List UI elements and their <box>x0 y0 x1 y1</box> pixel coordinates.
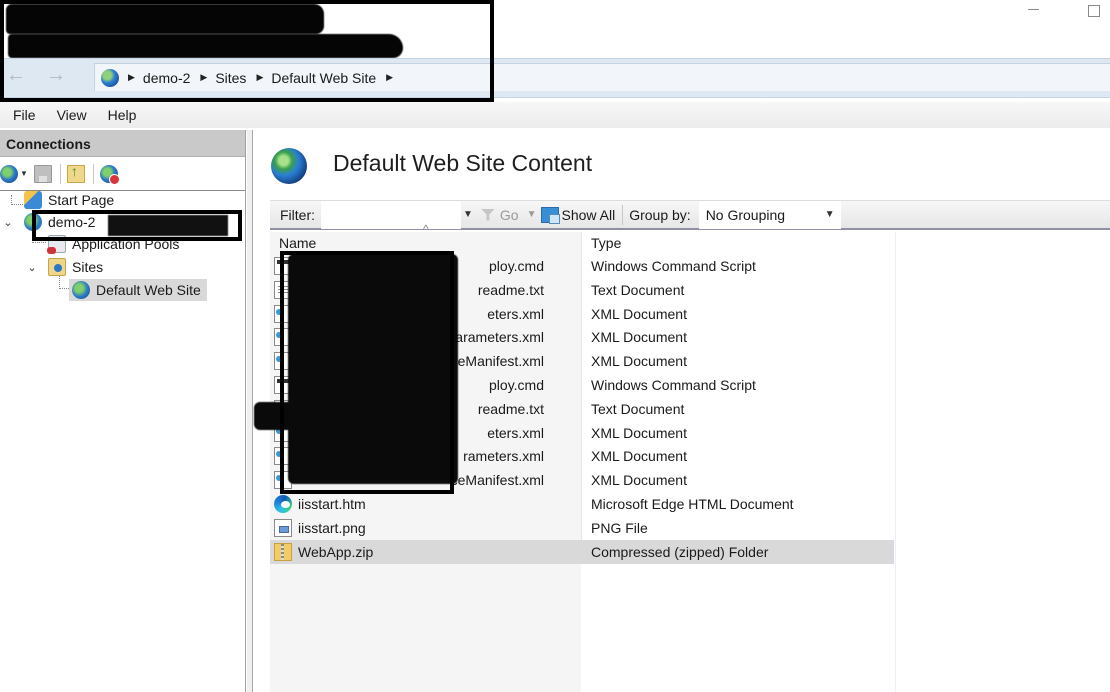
tree-item-default-web-site[interactable]: Default Web Site <box>69 279 207 301</box>
redacted-title <box>6 4 324 34</box>
group-by-value: No Grouping <box>705 206 786 223</box>
redaction-box <box>32 210 242 241</box>
page-title: Default Web Site Content <box>333 150 593 176</box>
tree-item-label: Start Page <box>48 192 115 208</box>
pane-splitter[interactable] <box>247 130 253 692</box>
show-all-button[interactable]: Show All <box>540 206 616 224</box>
globe-icon <box>271 148 307 184</box>
edge-html-icon <box>274 495 292 513</box>
zip-folder-icon <box>274 542 292 561</box>
file-name-cell: iisstart.png <box>274 518 366 537</box>
menu-file[interactable]: File <box>13 107 36 123</box>
menu-help[interactable]: Help <box>108 107 137 123</box>
file-name: iisstart.htm <box>298 496 366 512</box>
file-type-cell: Compressed (zipped) Folder <box>591 543 769 560</box>
chevron-down-icon[interactable]: ▼ <box>20 169 28 178</box>
chevron-down-icon[interactable]: ⌄ <box>26 261 38 274</box>
menu-view[interactable]: View <box>57 107 87 123</box>
file-type-cell: XML Document <box>591 353 687 370</box>
breadcrumb-separator-icon[interactable]: ▶ <box>386 72 393 83</box>
start-page-icon <box>24 191 42 209</box>
chevron-down-icon[interactable]: ⌄ <box>2 216 14 229</box>
funnel-icon <box>480 208 495 221</box>
breadcrumb[interactable]: ▶ demo-2 ▶ Sites ▶ Default Web Site ▶ <box>94 63 1110 91</box>
tree-item-start-page[interactable]: Start Page <box>24 189 114 211</box>
file-type-cell: XML Document <box>591 329 687 346</box>
tree-item-label: Default Web Site <box>96 282 201 298</box>
file-type-cell: XML Document <box>591 472 687 489</box>
connections-header: Connections <box>0 130 245 157</box>
file-name: iisstart.png <box>298 519 366 536</box>
column-header-type[interactable]: Type <box>591 232 621 254</box>
arrow-left-icon: ← <box>6 64 26 86</box>
file-type-cell: XML Document <box>591 424 687 441</box>
file-type-cell: Text Document <box>591 281 685 298</box>
connections-toolbar: ▼ <box>0 157 245 191</box>
sites-folder-icon <box>48 258 66 276</box>
breadcrumb-item-default-web-site[interactable]: Default Web Site <box>271 70 376 86</box>
go-label: Go <box>499 206 519 223</box>
chevron-down-icon[interactable]: ▼ <box>463 209 473 220</box>
save-icon[interactable] <box>33 164 52 183</box>
toolbar-separator <box>59 163 61 184</box>
maximize-button[interactable] <box>1085 2 1105 18</box>
file-name-cell: iisstart.htm <box>274 495 366 513</box>
file-row[interactable]: iisstart.htm Microsoft Edge HTML Document <box>270 492 894 516</box>
show-all-label: Show All <box>561 206 616 223</box>
file-type-cell: Windows Command Script <box>591 258 756 274</box>
file-row[interactable]: iisstart.png PNG File <box>270 516 894 540</box>
filter-label: Filter: <box>280 206 315 223</box>
back-button[interactable]: ← <box>5 65 27 87</box>
breadcrumb-separator-icon[interactable]: ▶ <box>128 72 135 83</box>
filter-input[interactable] <box>321 200 461 229</box>
toolbar-separator <box>622 204 624 225</box>
column-divider[interactable] <box>895 232 896 692</box>
breadcrumb-item-server[interactable]: demo-2 <box>143 70 190 86</box>
file-type-cell: Microsoft Edge HTML Document <box>591 496 794 512</box>
chevron-down-icon[interactable]: ▼ <box>527 209 537 220</box>
breadcrumb-separator-icon[interactable]: ▶ <box>200 72 207 83</box>
file-type-cell: XML Document <box>591 305 687 322</box>
connect-icon[interactable] <box>0 164 18 183</box>
image-file-icon <box>274 518 292 537</box>
file-name: WebApp.zip <box>298 543 374 560</box>
group-by-label: Group by: <box>629 206 691 223</box>
tree-item-label: Sites <box>72 259 104 275</box>
up-folder-icon[interactable] <box>66 163 85 183</box>
globe-icon <box>101 68 119 87</box>
arrow-right-icon: → <box>46 64 66 86</box>
go-button[interactable]: Go <box>480 206 519 223</box>
chevron-down-icon: ▼ <box>824 209 835 220</box>
toolbar-separator <box>92 163 94 184</box>
file-type-cell: PNG File <box>591 519 648 536</box>
group-by-select[interactable]: No Grouping ▼ <box>698 200 841 229</box>
globe-icon <box>72 281 90 299</box>
file-name-cell: WebApp.zip <box>274 542 374 561</box>
address-bar: ← → ▶ demo-2 ▶ Sites ▶ Default Web Site … <box>0 58 1110 98</box>
file-row[interactable]: WebApp.zip Compressed (zipped) Folder <box>270 539 894 564</box>
tree-item-sites[interactable]: ⌄ Sites <box>26 256 103 278</box>
menu-bar: File View Help <box>0 102 1110 128</box>
disconnect-icon[interactable] <box>99 164 120 185</box>
file-type-cell: Windows Command Script <box>591 377 756 393</box>
breadcrumb-separator-icon[interactable]: ▶ <box>256 72 263 83</box>
tree-line <box>11 195 25 205</box>
title-bar <box>0 0 1110 58</box>
redaction-box <box>280 251 454 494</box>
sort-ascending-icon: ^ <box>423 222 429 236</box>
file-type-cell: XML Document <box>591 448 687 465</box>
forward-button[interactable]: → <box>45 65 67 87</box>
minimize-button[interactable] <box>1024 2 1044 18</box>
breadcrumb-item-sites[interactable]: Sites <box>215 70 246 86</box>
file-type-cell: Text Document <box>591 400 685 417</box>
redacted-title-line-2 <box>8 34 403 58</box>
filter-toolbar: Filter: ▼ Go ▼ Show All Group by: No Gro… <box>270 200 1110 230</box>
show-all-icon <box>540 206 560 224</box>
